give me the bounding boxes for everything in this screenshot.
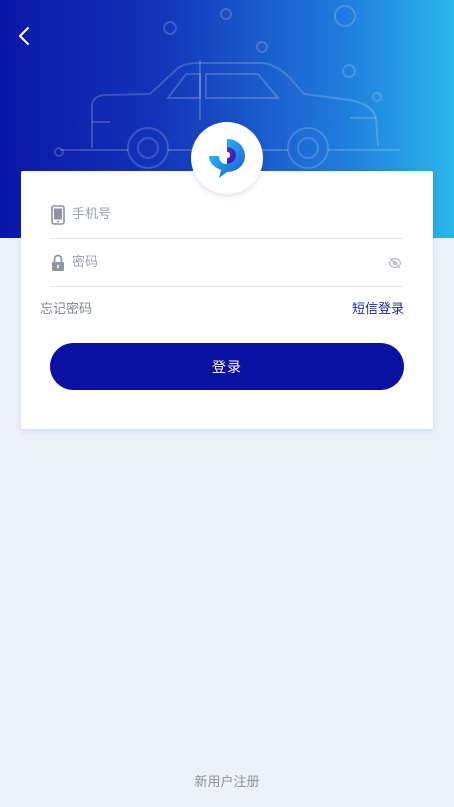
forgot-password-link[interactable]: 忘记密码 <box>40 298 92 317</box>
back-button[interactable] <box>10 22 38 50</box>
sms-login-link[interactable]: 短信登录 <box>352 298 404 317</box>
login-screen: 忘记密码 短信登录 登录 新用户注册 <box>0 0 454 807</box>
phone-field <box>50 191 404 239</box>
login-button-label: 登录 <box>212 359 242 376</box>
login-card: 忘记密码 短信登录 登录 <box>21 171 433 429</box>
link-row: 忘记密码 短信登录 <box>40 296 404 317</box>
app-logo <box>191 122 263 194</box>
register-link[interactable]: 新用户注册 <box>0 771 454 790</box>
phone-input[interactable] <box>72 199 404 230</box>
password-field <box>50 239 404 287</box>
eye-off-icon[interactable] <box>386 254 404 272</box>
password-input[interactable] <box>72 247 386 278</box>
lock-icon <box>50 253 66 273</box>
chevron-left-icon <box>19 27 29 45</box>
login-button[interactable]: 登录 <box>50 343 404 390</box>
phone-icon <box>50 204 66 225</box>
app-logo-icon <box>209 139 245 178</box>
